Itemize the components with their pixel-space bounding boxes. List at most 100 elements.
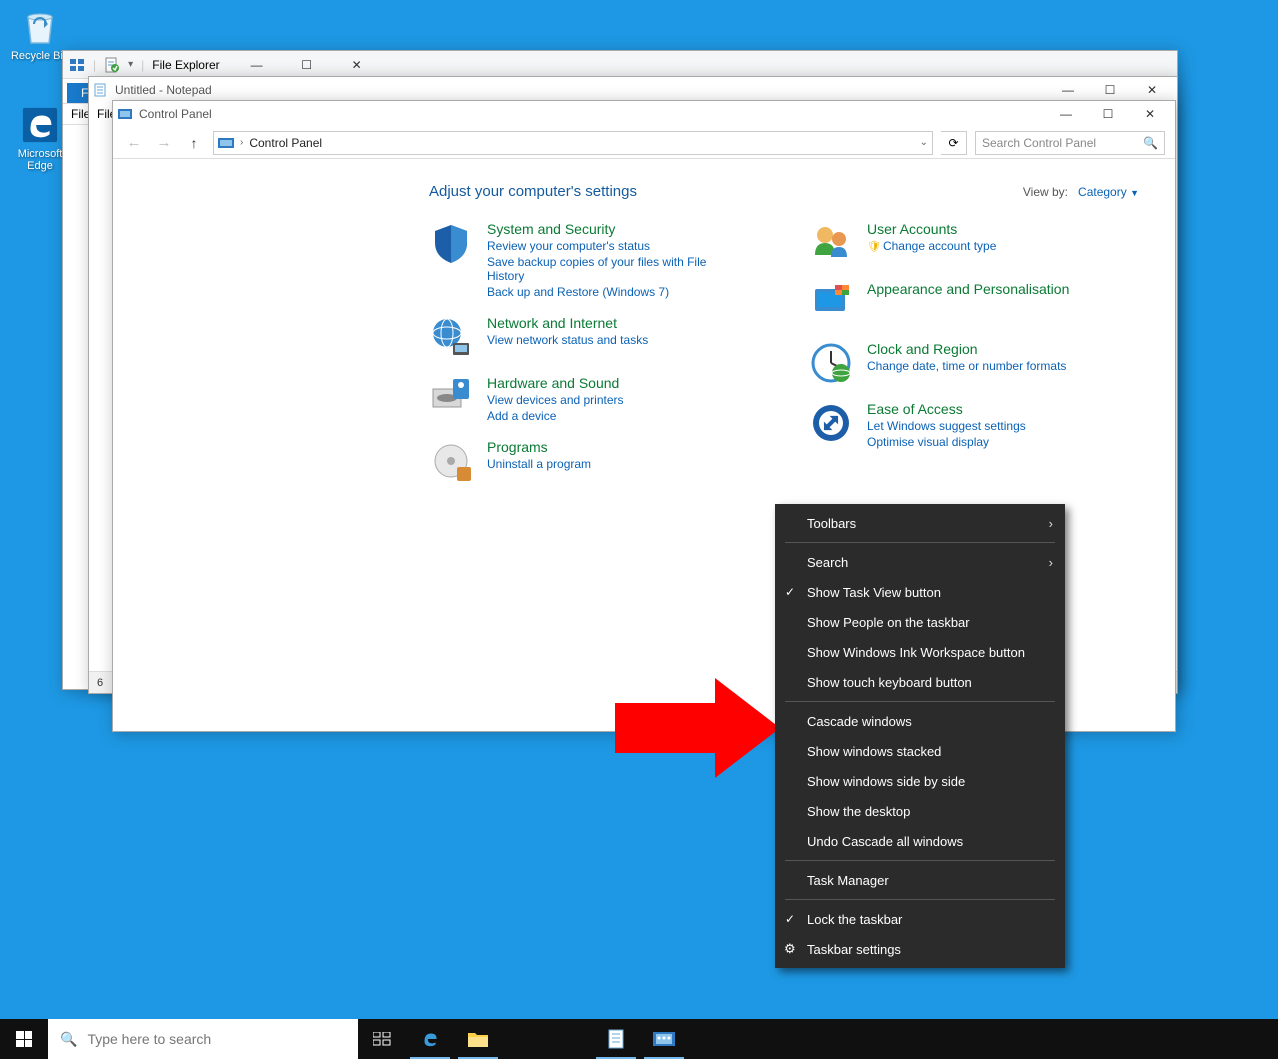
control-panel-icon [218, 136, 234, 150]
page-heading: Adjust your computer's settings [429, 183, 637, 200]
minimize-button[interactable]: — [236, 52, 278, 78]
notepad-icon [93, 82, 109, 98]
category-sublink[interactable]: 🛡Change account type [867, 239, 996, 253]
minimize-button[interactable]: — [1045, 101, 1087, 127]
taskbar[interactable]: 🔍 Type here to search [0, 1019, 1278, 1059]
category-icon [809, 281, 853, 325]
close-button[interactable]: ✕ [336, 52, 378, 78]
context-menu-item[interactable]: Search› [775, 547, 1065, 577]
refresh-button[interactable]: ⟳ [941, 131, 967, 155]
category-icon [429, 221, 473, 265]
taskbar-app-file-explorer[interactable] [454, 1019, 502, 1059]
context-menu-item[interactable]: Lock the taskbar✓ [775, 904, 1065, 934]
taskbar-app-edge[interactable] [406, 1019, 454, 1059]
category-link[interactable]: System and Security [487, 221, 739, 237]
forward-button[interactable]: → [153, 134, 175, 151]
breadcrumb[interactable]: Control Panel [249, 136, 322, 150]
category-icon [809, 221, 853, 265]
category-item: Hardware and Sound View devices and print… [429, 375, 739, 423]
search-placeholder: Search Control Panel [982, 136, 1096, 150]
category-sublink[interactable]: Optimise visual display [867, 435, 1026, 449]
taskbar-search[interactable]: 🔍 Type here to search [48, 1019, 358, 1059]
view-by: View by: Category ▼ [1023, 185, 1139, 199]
context-menu-item[interactable]: Show windows stacked [775, 736, 1065, 766]
view-by-label: View by: [1023, 185, 1068, 199]
taskbar-app-control-panel[interactable] [640, 1019, 688, 1059]
context-menu-item[interactable]: Taskbar settings⚙ [775, 934, 1065, 964]
file-explorer-title: File Explorer [152, 58, 219, 72]
category-item: Ease of Access Let Windows suggest settin… [809, 401, 1119, 449]
context-menu-item[interactable]: Show Task View button✓ [775, 577, 1065, 607]
category-icon [429, 439, 473, 483]
desktop-icon-edge[interactable]: Microsoft Edge [10, 104, 70, 172]
menu-separator [785, 899, 1055, 900]
category-icon [809, 401, 853, 445]
taskbar-app-notepad[interactable] [592, 1019, 640, 1059]
recycle-bin-icon [19, 6, 61, 48]
chevron-right-icon: › [1049, 555, 1053, 570]
category-item: Appearance and Personalisation [809, 281, 1119, 325]
context-menu-item[interactable]: Cascade windows [775, 706, 1065, 736]
search-input[interactable]: Search Control Panel 🔍 [975, 131, 1165, 155]
category-sublink[interactable]: Back up and Restore (Windows 7) [487, 285, 739, 299]
category-link[interactable]: Clock and Region [867, 341, 1066, 357]
search-placeholder: Type here to search [87, 1031, 211, 1047]
context-menu-item[interactable]: Task Manager [775, 865, 1065, 895]
control-panel-titlebar[interactable]: Control Panel — ☐ ✕ [113, 101, 1175, 127]
category-sublink[interactable]: Add a device [487, 409, 624, 423]
notepad-title: Untitled - Notepad [115, 83, 212, 97]
close-button[interactable]: ✕ [1129, 101, 1171, 127]
maximize-button[interactable]: ☐ [286, 52, 328, 78]
notepad-status-text: 6 [97, 677, 103, 689]
properties-icon[interactable] [104, 57, 120, 73]
divider: | [93, 58, 96, 72]
category-item: System and Security Review your computer'… [429, 221, 739, 299]
category-item: User Accounts 🛡Change account type [809, 221, 1119, 265]
view-by-dropdown[interactable]: Category ▼ [1078, 185, 1139, 199]
category-icon [809, 341, 853, 385]
category-sublink[interactable]: View network status and tasks [487, 333, 648, 347]
address-bar[interactable]: › Control Panel ⌄ [213, 131, 933, 155]
context-menu-item[interactable]: Show People on the taskbar [775, 607, 1065, 637]
category-sublink[interactable]: Uninstall a program [487, 457, 591, 471]
context-menu-item[interactable]: Show touch keyboard button [775, 667, 1065, 697]
task-view-button[interactable] [358, 1019, 406, 1059]
menu-separator [785, 542, 1055, 543]
control-panel-icon [117, 106, 133, 122]
category-link[interactable]: User Accounts [867, 221, 996, 237]
context-menu-item[interactable]: Show Windows Ink Workspace button [775, 637, 1065, 667]
annotation-arrow [615, 678, 780, 778]
chevron-down-icon[interactable]: ▾ [128, 59, 133, 70]
category-link[interactable]: Network and Internet [487, 315, 648, 331]
category-sublink[interactable]: Save backup copies of your files with Fi… [487, 255, 739, 283]
category-icon [429, 315, 473, 359]
maximize-button[interactable]: ☐ [1087, 101, 1129, 127]
category-icon [429, 375, 473, 419]
category-sublink[interactable]: Let Windows suggest settings [867, 419, 1026, 433]
quickaccess-icon[interactable] [69, 57, 85, 73]
category-link[interactable]: Hardware and Sound [487, 375, 624, 391]
taskbar-context-menu[interactable]: Toolbars›Search›Show Task View button✓Sh… [775, 504, 1065, 968]
category-link[interactable]: Appearance and Personalisation [867, 281, 1069, 297]
start-button[interactable] [0, 1019, 48, 1059]
search-icon: 🔍 [60, 1031, 77, 1048]
context-menu-item[interactable]: Toolbars› [775, 508, 1065, 538]
context-menu-item[interactable]: Undo Cascade all windows [775, 826, 1065, 856]
category-link[interactable]: Ease of Access [867, 401, 1026, 417]
category-sublink[interactable]: View devices and printers [487, 393, 624, 407]
desktop-icon-label: Microsoft Edge [10, 148, 70, 172]
context-menu-item[interactable]: Show the desktop [775, 796, 1065, 826]
desktop-icon-recycle-bin[interactable]: Recycle Bin [10, 6, 70, 62]
chevron-right-icon[interactable]: › [240, 137, 243, 148]
category-sublink[interactable]: Change date, time or number formats [867, 359, 1066, 373]
category-link[interactable]: Programs [487, 439, 591, 455]
edge-icon [19, 104, 61, 146]
category-sublink[interactable]: Review your computer's status [487, 239, 739, 253]
up-button[interactable]: ↑ [183, 135, 205, 151]
back-button[interactable]: ← [123, 134, 145, 151]
context-menu-item[interactable]: Show windows side by side [775, 766, 1065, 796]
menu-separator [785, 860, 1055, 861]
search-icon: 🔍 [1143, 136, 1158, 150]
chevron-down-icon[interactable]: ⌄ [920, 137, 928, 148]
chevron-down-icon: ▼ [1130, 188, 1139, 198]
